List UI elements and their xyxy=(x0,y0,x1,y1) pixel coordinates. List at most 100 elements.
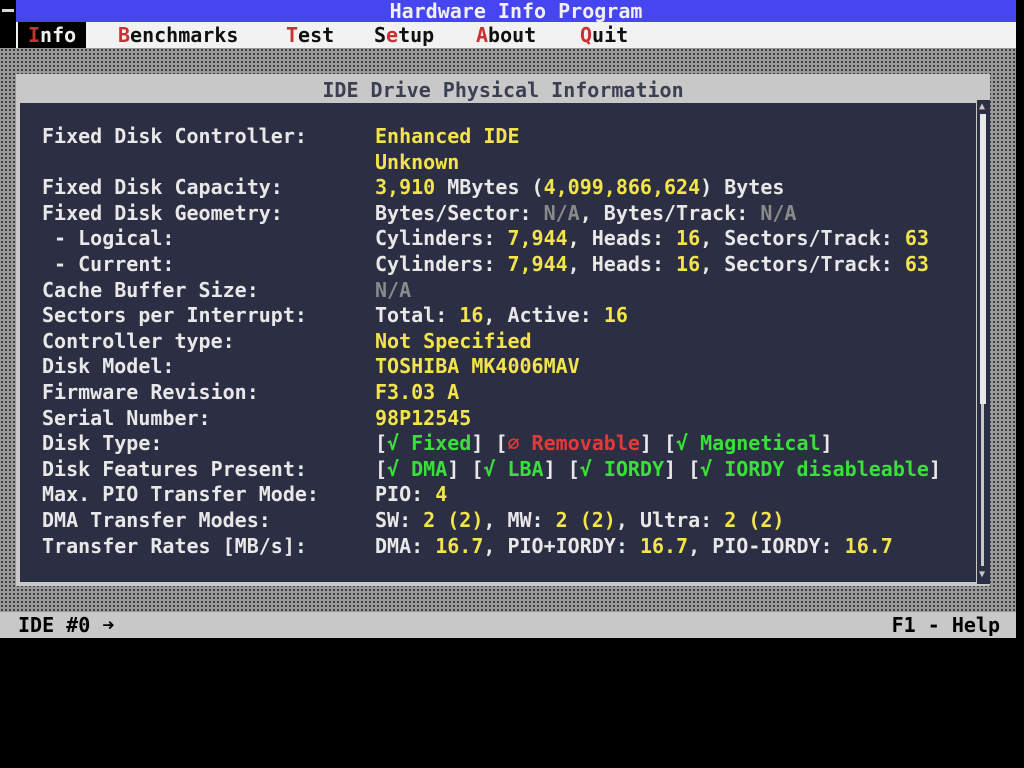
cylinders-label: Cylinders: xyxy=(375,226,508,251)
dma-modes-value: SW: 2 (2), MW: 2 (2), Ultra: 2 (2) xyxy=(375,508,784,534)
menu-info-label: nfo xyxy=(40,23,77,47)
menu-benchmarks-hotkey: B xyxy=(118,23,131,47)
current-sectors-track: 63 xyxy=(904,251,929,276)
row-sectors-interrupt: Sectors per Interrupt: Total: 16, Active… xyxy=(42,303,982,329)
pio-number: 4 xyxy=(435,482,448,507)
row-current: - Current: Cylinders: 7,944, Heads: 16, … xyxy=(42,252,982,278)
menu-test-hotkey: T xyxy=(286,23,299,47)
menu-info-hotkey: I xyxy=(28,23,41,47)
sectors-track-label: , Sectors/Track: xyxy=(700,226,905,251)
mw-label: , MW: xyxy=(483,507,556,532)
type-fixed-flag: √ Fixed xyxy=(387,431,472,456)
controller-type-value: Not Specified xyxy=(375,328,532,353)
row-capacity: Fixed Disk Capacity: 3,910 MBytes (4,099… xyxy=(42,175,982,201)
bytes-per-sector-value: N/A xyxy=(543,200,580,225)
capacity-value: 3,910 MBytes (4,099,866,624) Bytes xyxy=(375,175,784,201)
transfer-rates-label: Transfer Rates [MB/s]: xyxy=(42,533,307,558)
menu-benchmarks[interactable]: Benchmarks xyxy=(108,22,248,48)
sectors-interrupt-value: Total: 16, Active: 16 xyxy=(375,303,628,329)
menu-setup[interactable]: Setup xyxy=(364,22,444,48)
menu-setup-hotkey: e xyxy=(386,23,399,47)
menu-test-label: est xyxy=(298,23,335,47)
menu-about[interactable]: About xyxy=(466,22,546,48)
cache-label: Cache Buffer Size: xyxy=(42,277,259,302)
rate-dma-value: 16.7 xyxy=(435,533,484,558)
row-controller-sub: Unknown xyxy=(42,150,982,176)
scroll-up-arrow-icon[interactable]: ▲ xyxy=(979,102,988,112)
help-hint[interactable]: F1 - Help xyxy=(892,612,1000,638)
row-disk-model: Disk Model: TOSHIBA MK4006MAV xyxy=(42,354,982,380)
menu-setup-label-start: S xyxy=(374,23,387,47)
menu-quit-label: uit xyxy=(592,23,629,47)
total-value: 16 xyxy=(459,303,484,328)
controller-label: Fixed Disk Controller: xyxy=(42,124,307,148)
menu-about-hotkey: A xyxy=(476,23,489,47)
feature-lba-flag: √ LBA xyxy=(483,456,544,481)
rate-dma-label: DMA: xyxy=(375,533,436,558)
rate-pio-iordy-label: , PIO+IORDY: xyxy=(483,533,640,558)
active-value: 16 xyxy=(603,303,628,328)
sw-label: SW: xyxy=(375,507,424,532)
feature-dma-flag: √ DMA xyxy=(387,456,448,481)
active-label: , Active: xyxy=(483,303,604,328)
firmware-value: F3.03 A xyxy=(375,379,460,404)
rate-pio-noiordy-label: , PIO-IORDY: xyxy=(688,533,845,558)
pio-mode-label: Max. PIO Transfer Mode: xyxy=(42,482,319,507)
controller-type-label: Controller type: xyxy=(42,328,235,353)
app-title: Hardware Info Program xyxy=(389,0,643,23)
menu-quit[interactable]: Quit xyxy=(570,22,638,48)
menu-info[interactable]: Info xyxy=(18,22,87,48)
menu-test[interactable]: Test xyxy=(276,22,344,48)
sectors-interrupt-label: Sectors per Interrupt: xyxy=(42,303,307,328)
menu-setup-label: tup xyxy=(398,23,435,47)
transfer-rates-value: DMA: 16.7, PIO+IORDY: 16.7, PIO-IORDY: 1… xyxy=(375,534,893,560)
row-disk-type: Disk Type: [√ Fixed] [∅ Removable] [√ Ma… xyxy=(42,431,982,457)
current-heads: 16 xyxy=(676,251,701,276)
menu-benchmarks-label: enchmarks xyxy=(130,23,239,47)
system-menu-icon xyxy=(2,9,14,12)
logical-value: Cylinders: 7,944, Heads: 16, Sectors/Tra… xyxy=(375,226,929,252)
bytes-per-track-value: N/A xyxy=(760,200,797,225)
logical-label: - Logical: xyxy=(42,226,175,251)
disk-type-label: Disk Type: xyxy=(42,431,163,456)
feature-iordy-flag: √ IORDY xyxy=(579,456,665,481)
disk-type-value: [√ Fixed] [∅ Removable] [√ Magnetical] xyxy=(375,431,833,456)
cylinders-label: Cylinders: xyxy=(375,251,508,276)
logical-heads: 16 xyxy=(676,226,701,251)
type-magnetical-flag: √ Magnetical xyxy=(676,431,821,456)
sw-value: 2 (2) xyxy=(423,507,484,532)
current-cylinders: 7,944 xyxy=(507,251,568,276)
row-transfer-rates: Transfer Rates [MB/s]: DMA: 16.7, PIO+IO… xyxy=(42,534,982,560)
drive-selector[interactable]: IDE #0 ➜ xyxy=(18,612,114,638)
row-features: Disk Features Present: [√ DMA] [√ LBA] [… xyxy=(42,457,982,483)
current-value: Cylinders: 7,944, Heads: 16, Sectors/Tra… xyxy=(375,252,929,278)
disk-model-value: TOSHIBA MK4006MAV xyxy=(375,354,580,379)
capacity-bytes: 4,099,866,624 xyxy=(543,175,701,200)
capacity-unit-text: MBytes ( xyxy=(435,175,544,200)
geometry-label: Fixed Disk Geometry: xyxy=(42,200,283,225)
row-cache: Cache Buffer Size: N/A xyxy=(42,278,982,304)
total-label: Total: xyxy=(375,303,460,328)
scroll-down-arrow-icon[interactable]: ▼ xyxy=(979,570,988,580)
rate-pio-iordy-value: 16.7 xyxy=(639,533,689,558)
row-logical: - Logical: Cylinders: 7,944, Heads: 16, … xyxy=(42,226,982,252)
system-menu-box[interactable] xyxy=(0,0,16,22)
ultra-label: , Ultra: xyxy=(615,507,725,532)
bytes-per-track-label: , Bytes/Track: xyxy=(579,200,761,225)
geometry-value: Bytes/Sector: N/A, Bytes/Track: N/A xyxy=(375,201,796,227)
pio-prefix: PIO: xyxy=(375,482,436,507)
heads-label: , Heads: xyxy=(567,226,677,251)
type-removable-flag: ∅ Removable xyxy=(507,431,640,456)
disk-model-label: Disk Model: xyxy=(42,354,175,379)
capacity-label: Fixed Disk Capacity: xyxy=(42,175,283,200)
row-geometry: Fixed Disk Geometry: Bytes/Sector: N/A, … xyxy=(42,201,982,227)
bytes-per-sector-label: Bytes/Sector: xyxy=(375,200,544,225)
feature-iordy-disableable-flag: √ IORDY disableable xyxy=(700,456,929,481)
rate-pio-noiordy-value: 16.7 xyxy=(844,533,893,558)
controller-value-secondary: Unknown xyxy=(375,149,460,174)
logical-sectors-track: 63 xyxy=(904,226,929,251)
logical-cylinders: 7,944 xyxy=(507,226,568,251)
current-label: - Current: xyxy=(42,251,175,276)
menu-about-label: bout xyxy=(488,23,537,47)
row-firmware: Firmware Revision: F3.03 A xyxy=(42,380,982,406)
